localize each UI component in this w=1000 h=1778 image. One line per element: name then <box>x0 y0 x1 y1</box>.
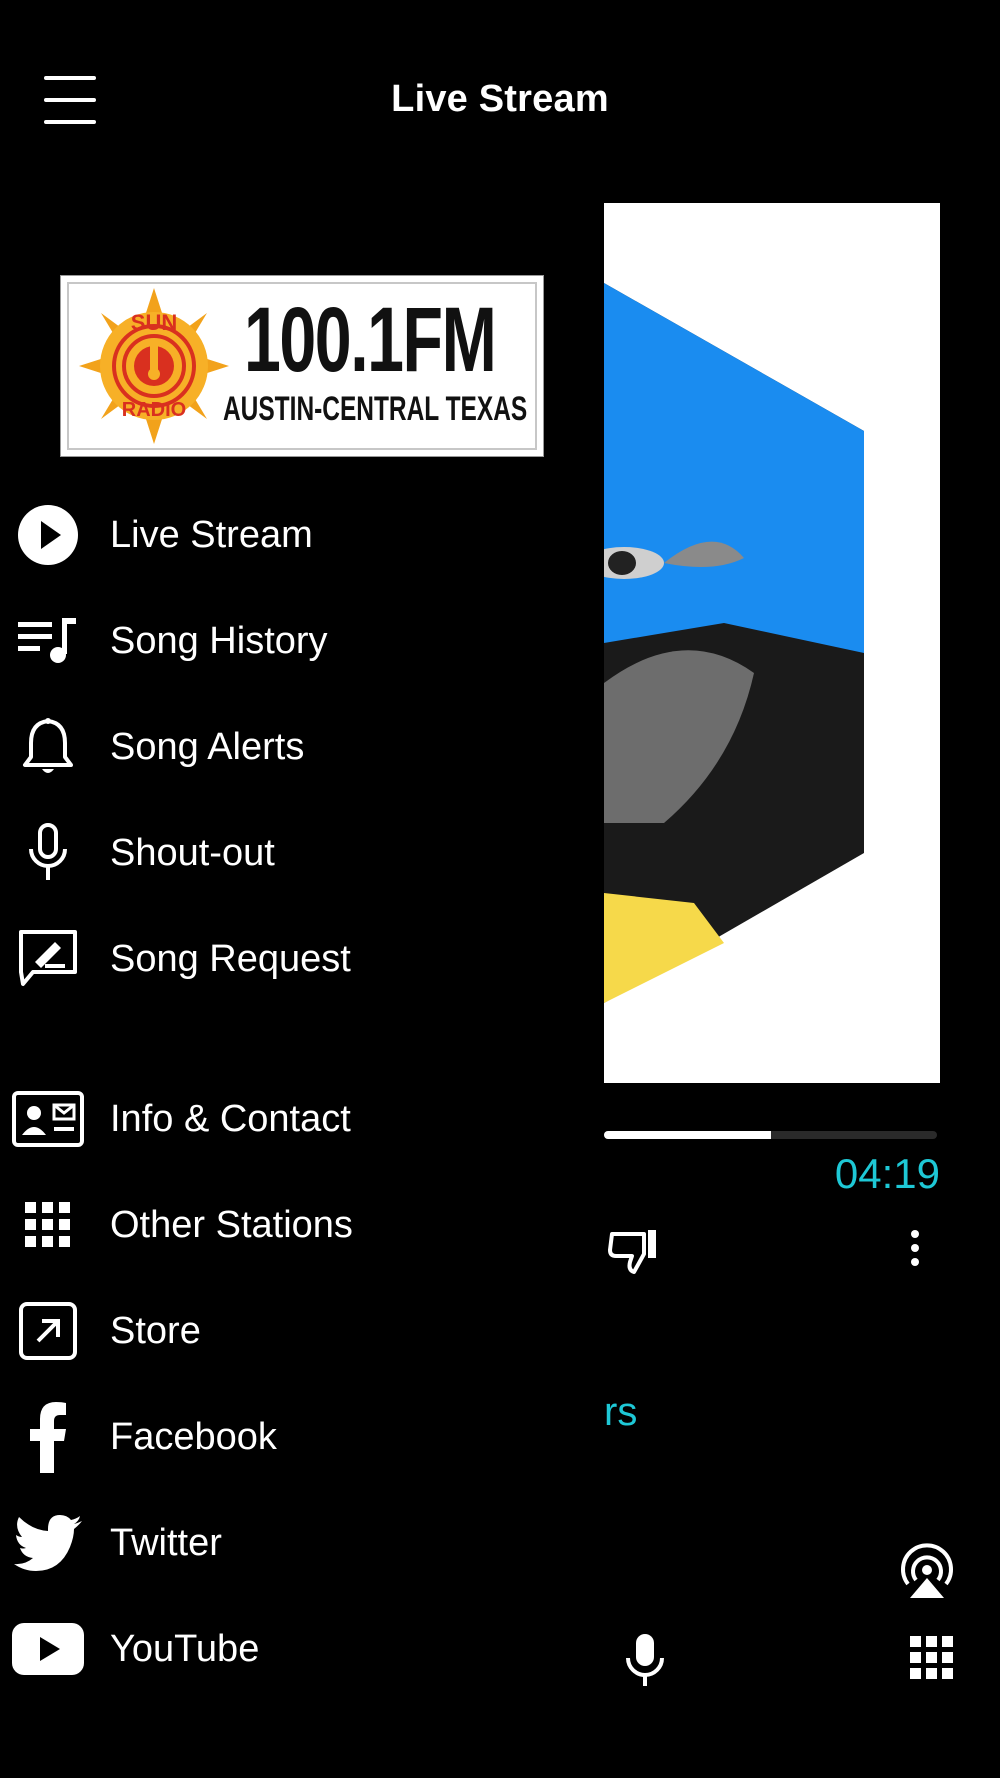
logo-radio-text: RADIO <box>122 399 186 421</box>
external-link-icon <box>0 1286 96 1376</box>
nav-item-shout-out[interactable]: Shout-out <box>0 808 540 898</box>
logo-frequency: 100.1FM <box>244 289 497 391</box>
nav-label: Info & Contact <box>110 1097 351 1140</box>
facebook-icon <box>0 1392 96 1482</box>
bell-icon <box>0 702 96 792</box>
nav-label: Song Request <box>110 937 351 980</box>
contact-card-icon <box>0 1074 96 1164</box>
more-vertical-icon[interactable] <box>895 1228 935 1268</box>
page-title: Live Stream <box>391 78 609 120</box>
nav-label: Song History <box>110 619 328 662</box>
nav-item-song-alerts[interactable]: Song Alerts <box>0 702 540 792</box>
airplay-icon[interactable] <box>896 1540 958 1602</box>
nav-item-facebook[interactable]: Facebook <box>0 1392 540 1482</box>
grid-icon <box>0 1180 96 1270</box>
nav-label: Song Alerts <box>110 725 305 768</box>
nav-item-store[interactable]: Store <box>0 1286 540 1376</box>
nav-label: Store <box>110 1309 201 1352</box>
nav-label: Shout-out <box>110 831 275 874</box>
logo-region: AUSTIN-CENTRAL TEXAS <box>223 390 528 428</box>
play-circle-icon <box>0 490 96 580</box>
nav-item-info-contact[interactable]: Info & Contact <box>0 1074 540 1164</box>
nav-label: Twitter <box>110 1521 222 1564</box>
nav-item-youtube[interactable]: YouTube <box>0 1604 540 1694</box>
nav-item-song-request[interactable]: Song Request <box>0 914 540 1004</box>
youtube-icon <box>0 1604 96 1694</box>
microphone-icon[interactable] <box>622 1632 668 1690</box>
nav-item-live-stream[interactable]: Live Stream <box>0 490 540 580</box>
thumbs-down-icon[interactable] <box>604 1220 664 1280</box>
nav-item-twitter[interactable]: Twitter <box>0 1498 540 1588</box>
nav-item-other-stations[interactable]: Other Stations <box>0 1180 540 1270</box>
grid-icon[interactable] <box>910 1636 954 1680</box>
nav-label: Live Stream <box>110 513 313 556</box>
nav-item-song-history[interactable]: Song History <box>0 596 540 686</box>
artist-link[interactable]: rs <box>604 1390 637 1435</box>
playlist-icon <box>0 596 96 686</box>
time-remaining: 04:19 <box>834 1150 940 1197</box>
album-art <box>604 203 940 1083</box>
nav-label: YouTube <box>110 1627 260 1670</box>
request-message-icon <box>0 914 96 1004</box>
logo-sun-text: SUN <box>131 310 177 335</box>
station-logo: SUN RADIO 100.1FM AUSTIN-CENTRAL TEXAS <box>60 275 544 457</box>
nav-label: Other Stations <box>110 1203 353 1246</box>
playback-progress-bar[interactable] <box>604 1131 937 1139</box>
twitter-icon <box>0 1498 96 1588</box>
nav-label: Facebook <box>110 1415 277 1458</box>
microphone-icon <box>0 808 96 898</box>
